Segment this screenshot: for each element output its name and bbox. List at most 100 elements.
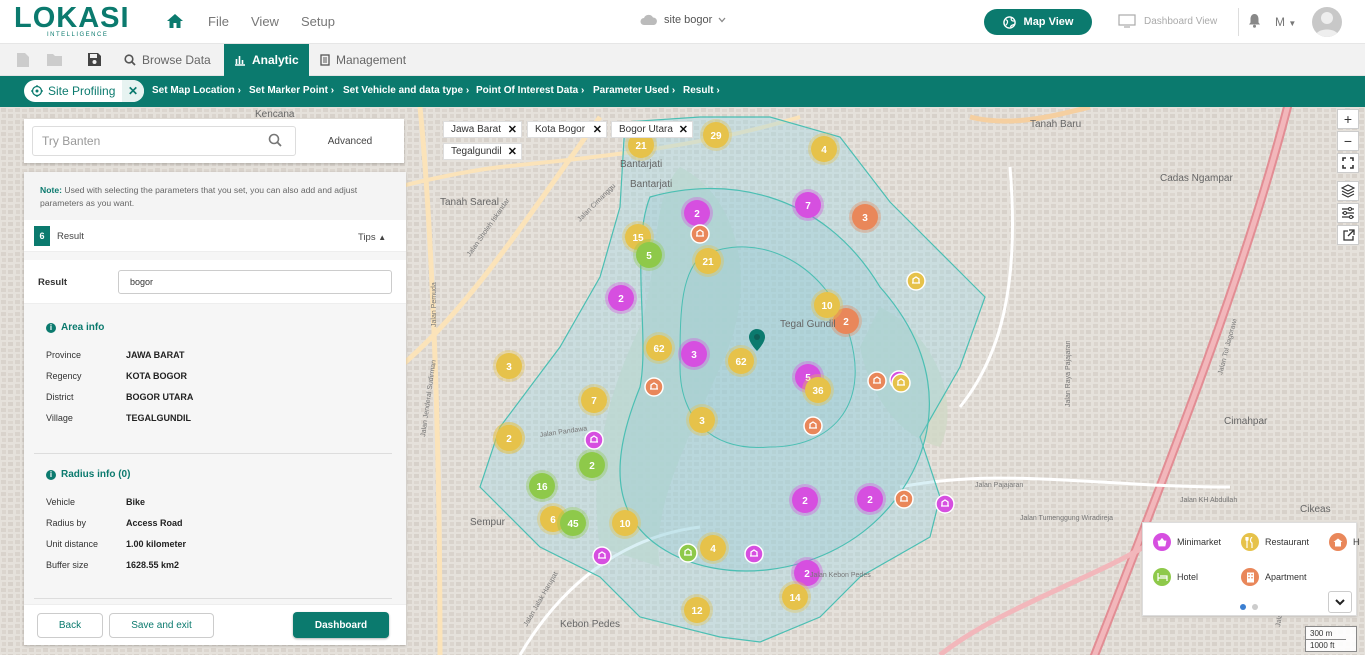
poi-cluster[interactable]: 2 (681, 197, 713, 229)
poi-cluster[interactable]: 7 (578, 384, 610, 416)
minimarket-icon (1153, 533, 1171, 551)
crumb-set-map-location[interactable]: Set Map Location › (152, 85, 241, 96)
poi-cluster[interactable]: 62 (725, 345, 757, 377)
poi-cluster[interactable]: 36 (802, 374, 834, 406)
map-place-label: Tegal Gundil (780, 319, 836, 330)
home-icon[interactable] (166, 12, 184, 30)
minimarket-icon[interactable] (744, 544, 764, 564)
poi-cluster[interactable]: 2 (789, 484, 821, 516)
filter-chip[interactable]: Kota Bogor ✕ (527, 121, 607, 138)
tab-analytic[interactable]: Analytic (224, 44, 309, 76)
hotel-icon[interactable] (678, 543, 698, 563)
filter-chip[interactable]: Bogor Utara ✕ (611, 121, 693, 138)
poi-cluster[interactable]: 4 (697, 532, 729, 564)
close-icon[interactable]: ✕ (122, 80, 144, 102)
crumb-set-vehicle[interactable]: Set Vehicle and data type › (343, 85, 469, 96)
restaurant-icon[interactable] (906, 271, 926, 291)
filter-chip[interactable]: Tegalgundil ✕ (443, 143, 522, 160)
tab-browse-data[interactable]: Browse Data (114, 44, 221, 76)
hospital-icon[interactable] (644, 377, 664, 397)
poi-cluster[interactable]: 5 (633, 239, 665, 271)
map-view-button[interactable]: Map View (984, 9, 1092, 35)
layers-icon (1341, 184, 1355, 198)
poi-cluster[interactable]: 14 (779, 581, 811, 613)
menu-setup[interactable]: Setup (301, 14, 335, 29)
poi-cluster[interactable]: 16 (526, 470, 558, 502)
layers-button[interactable] (1337, 181, 1359, 201)
poi-cluster[interactable]: 10 (811, 289, 843, 321)
poi-cluster[interactable]: 3 (493, 350, 525, 382)
tab-management[interactable]: Management (310, 44, 416, 76)
hospital-icon[interactable] (867, 371, 887, 391)
close-icon[interactable]: ✕ (679, 123, 688, 136)
crumb-label: Set Marker Point (249, 85, 328, 96)
crumb-result[interactable]: Result › (683, 85, 720, 96)
poi-cluster[interactable]: 12 (681, 594, 713, 626)
save-and-exit-button[interactable]: Save and exit (109, 613, 214, 638)
file-icon[interactable] (16, 52, 30, 68)
back-button[interactable]: Back (37, 613, 103, 638)
legend-page-dot[interactable] (1252, 604, 1258, 610)
menu-view[interactable]: View (251, 14, 279, 29)
close-icon[interactable]: ✕ (508, 145, 517, 158)
legend-page-dot-active[interactable] (1240, 604, 1246, 610)
bell-icon[interactable] (1248, 13, 1261, 28)
minimarket-icon[interactable] (935, 494, 955, 514)
dashboard-view-label: Dashboard View (1144, 15, 1218, 27)
zoom-in-button[interactable]: + (1337, 109, 1359, 129)
poi-cluster[interactable]: 3 (686, 404, 718, 436)
dashboard-view-button[interactable]: Dashboard View (1118, 14, 1217, 28)
poi-cluster[interactable]: 7 (792, 189, 824, 221)
filter-settings-button[interactable] (1337, 203, 1359, 223)
poi-cluster[interactable]: 2 (854, 483, 886, 515)
crumb-set-marker-point[interactable]: Set Marker Point › (249, 85, 334, 96)
hospital-icon[interactable] (690, 224, 710, 244)
hospital-icon[interactable] (894, 489, 914, 509)
fullscreen-button[interactable] (1337, 153, 1359, 173)
minimarket-icon[interactable] (584, 430, 604, 450)
panel-footer: Back Save and exit Dashboard (24, 604, 406, 645)
user-initial[interactable]: M ▼ (1275, 15, 1296, 29)
restaurant-icon[interactable] (891, 373, 911, 393)
poi-cluster[interactable]: 21 (692, 245, 724, 277)
folder-icon[interactable] (46, 52, 63, 67)
crumb-parameter-used[interactable]: Parameter Used › (593, 85, 675, 96)
menu-file[interactable]: File (208, 14, 229, 29)
poi-cluster[interactable]: 62 (643, 332, 675, 364)
logo[interactable]: LOKASI INTELLIGENCE (14, 2, 129, 40)
search-icon[interactable] (268, 133, 282, 147)
avatar[interactable] (1312, 7, 1342, 37)
logo-subtitle: INTELLIGENCE (47, 32, 109, 38)
save-icon[interactable] (87, 52, 102, 67)
poi-cluster[interactable]: 10 (609, 507, 641, 539)
advanced-button[interactable]: Advanced (302, 126, 398, 156)
search-input[interactable] (32, 126, 296, 156)
close-icon[interactable]: ✕ (593, 123, 602, 136)
result-field[interactable]: bogor (118, 270, 392, 294)
poi-cluster[interactable]: 3 (849, 201, 881, 233)
dashboard-button[interactable]: Dashboard (293, 612, 389, 638)
crumb-poi-data[interactable]: Point Of Interest Data › (476, 85, 584, 96)
apartment-icon (1241, 568, 1259, 586)
tips-toggle[interactable]: Tips ▲ (358, 232, 386, 243)
zoom-out-button[interactable]: − (1337, 131, 1359, 151)
legend-collapse-button[interactable] (1328, 591, 1352, 613)
poi-cluster[interactable]: 2 (605, 282, 637, 314)
site-select[interactable]: site bogor (640, 14, 726, 26)
poi-cluster[interactable]: 4 (808, 133, 840, 165)
minimarket-icon[interactable] (592, 546, 612, 566)
hospital-icon[interactable] (803, 416, 823, 436)
close-icon[interactable]: ✕ (508, 123, 517, 136)
open-external-button[interactable] (1337, 225, 1359, 245)
poi-cluster[interactable]: 3 (678, 338, 710, 370)
poi-cluster[interactable]: 2 (576, 449, 608, 481)
poi-cluster[interactable]: 29 (700, 119, 732, 151)
divider (1238, 8, 1239, 36)
filter-chip[interactable]: Jawa Barat ✕ (443, 121, 522, 138)
poi-cluster[interactable]: 45 (557, 507, 589, 539)
site-profiling-chip[interactable]: Site Profiling ✕ (24, 80, 144, 102)
legend-label: Restaurant (1265, 537, 1310, 547)
map-road-label: Jalan KH Abdullah (1180, 497, 1237, 504)
poi-cluster[interactable]: 2 (493, 422, 525, 454)
radius-key: Radius by (46, 518, 87, 528)
